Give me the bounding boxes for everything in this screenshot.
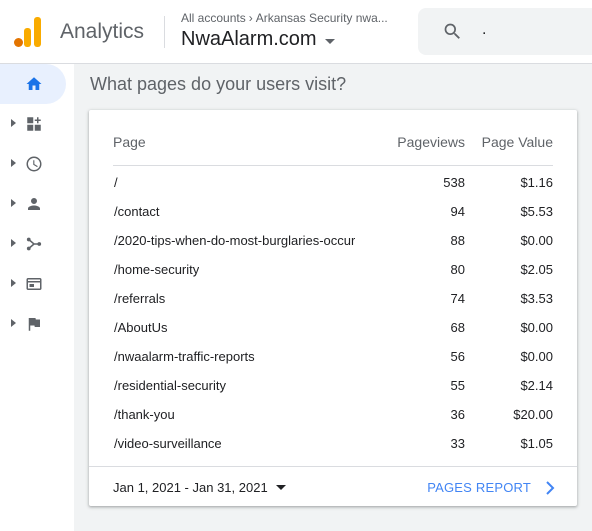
page-value: $0.00 (520, 320, 553, 335)
table-row: / 538 $1.16 (113, 167, 553, 196)
caret-down-icon[interactable] (324, 38, 335, 44)
nav-realtime[interactable] (0, 144, 66, 184)
expand-arrow-icon[interactable] (11, 119, 16, 127)
expand-arrow-icon[interactable] (11, 199, 16, 207)
search-icon[interactable] (442, 21, 463, 42)
table-header: Page Pageviews Page Value (113, 134, 553, 166)
section-title: What pages do your users visit? (90, 74, 347, 94)
page-value: $20.00 (513, 407, 553, 422)
nav-acquisition[interactable] (0, 224, 66, 264)
date-range-label[interactable]: Jan 1, 2021 - Jan 31, 2021 (113, 480, 268, 495)
page-path: /home-security (114, 262, 200, 277)
date-range-selector[interactable]: Jan 1, 2021 - Jan 31, 2021 (113, 480, 286, 495)
card-footer: Jan 1, 2021 - Jan 31, 2021 PAGES REPORT (89, 466, 577, 506)
column-header-page-value: Page Value (481, 134, 553, 150)
table-row: /AboutUs 68 $0.00 (113, 312, 553, 341)
page-path: /residential-security (114, 378, 226, 393)
table-row: /referrals 74 $3.53 (113, 283, 553, 312)
page-path: /video-surveillance (114, 436, 222, 451)
pageviews-value: 538 (443, 175, 465, 190)
expand-arrow-icon[interactable] (11, 159, 16, 167)
page-value: $2.14 (520, 378, 553, 393)
breadcrumb[interactable]: All accounts › Arkansas Security nwa... (181, 11, 406, 25)
analytics-logo-icon[interactable] (14, 17, 42, 47)
audience-icon[interactable] (25, 195, 43, 213)
top-pages-card: Page Pageviews Page Value / 538 $1.16 /con… (89, 110, 577, 506)
page-value: $0.00 (520, 349, 553, 364)
pages-report-link[interactable]: PAGES REPORT (427, 480, 555, 495)
caret-down-icon[interactable] (275, 485, 286, 490)
pageviews-value: 56 (450, 349, 465, 364)
nav-home[interactable] (0, 64, 66, 104)
nav-customization[interactable] (0, 104, 66, 144)
nav-conversions[interactable] (0, 304, 66, 344)
realtime-icon[interactable] (25, 155, 43, 173)
pageviews-value: 55 (450, 378, 465, 393)
page-value: $0.00 (520, 233, 553, 248)
page-path: /AboutUs (114, 320, 168, 335)
page-path: / (114, 175, 118, 190)
pageviews-value: 33 (450, 436, 465, 451)
header-divider (164, 16, 165, 48)
page-path: /referrals (114, 291, 166, 306)
pageviews-value: 94 (450, 204, 465, 219)
expand-arrow-icon[interactable] (11, 319, 16, 327)
page-path: /2020-tips-when-do-most-burglaries-occur (114, 233, 356, 248)
page-value: $3.53 (520, 291, 553, 306)
nav-behavior[interactable] (0, 264, 66, 304)
page-path: /contact (114, 204, 160, 219)
table-row: /2020-tips-when-do-most-burglaries-occur… (113, 225, 553, 254)
page-value: $2.05 (520, 262, 553, 277)
chevron-right-icon[interactable] (545, 480, 555, 495)
pageviews-value: 88 (450, 233, 465, 248)
page-value: $5.53 (520, 204, 553, 219)
page-value: $1.05 (520, 436, 553, 451)
column-header-pageviews: Pageviews (397, 134, 465, 150)
table-row: /home-security 80 $2.05 (113, 254, 553, 283)
pageviews-value: 68 (450, 320, 465, 335)
breadcrumb-property-path[interactable]: Arkansas Security nwa... (256, 11, 388, 25)
nav-audience[interactable] (0, 184, 66, 224)
page-path: /thank-you (114, 407, 175, 422)
app-name: Analytics (60, 20, 145, 43)
customization-icon[interactable] (25, 115, 43, 133)
top-app-bar: Analytics All accounts › Arkansas Security… (0, 0, 592, 64)
column-header-page: Page (113, 134, 146, 150)
table-body: / 538 $1.16 /contact 94 $5.53 /2020-tips-whe… (113, 167, 553, 457)
breadcrumb-account[interactable]: All accounts (181, 11, 246, 25)
acquisition-icon[interactable] (25, 235, 43, 253)
sidebar-nav (0, 64, 74, 531)
table-row: /video-surveillance 33 $1.05 (113, 428, 553, 457)
breadcrumb-separator-icon: › (248, 11, 253, 25)
table-row: /contact 94 $5.53 (113, 196, 553, 225)
pageviews-value: 80 (450, 262, 465, 277)
table-row: /nwaalarm-traffic-reports 56 $0.00 (113, 341, 553, 370)
page-path: /nwaalarm-traffic-reports (114, 349, 255, 364)
search-input[interactable]: . (482, 21, 486, 39)
expand-arrow-icon[interactable] (11, 279, 16, 287)
page-value: $1.16 (520, 175, 553, 190)
flag-icon[interactable] (25, 315, 43, 333)
property-selector[interactable]: NwaAlarm.com (181, 28, 335, 51)
search-bar[interactable]: . (418, 8, 592, 55)
pages-report-label[interactable]: PAGES REPORT (427, 480, 531, 495)
behavior-icon[interactable] (25, 275, 43, 293)
pageviews-value: 74 (450, 291, 465, 306)
expand-arrow-icon[interactable] (11, 239, 16, 247)
table-row: /thank-you 36 $20.00 (113, 399, 553, 428)
table-row: /residential-security 55 $2.14 (113, 370, 553, 399)
pageviews-value: 36 (450, 407, 465, 422)
home-icon[interactable] (25, 75, 43, 93)
property-name[interactable]: NwaAlarm.com (181, 28, 317, 51)
